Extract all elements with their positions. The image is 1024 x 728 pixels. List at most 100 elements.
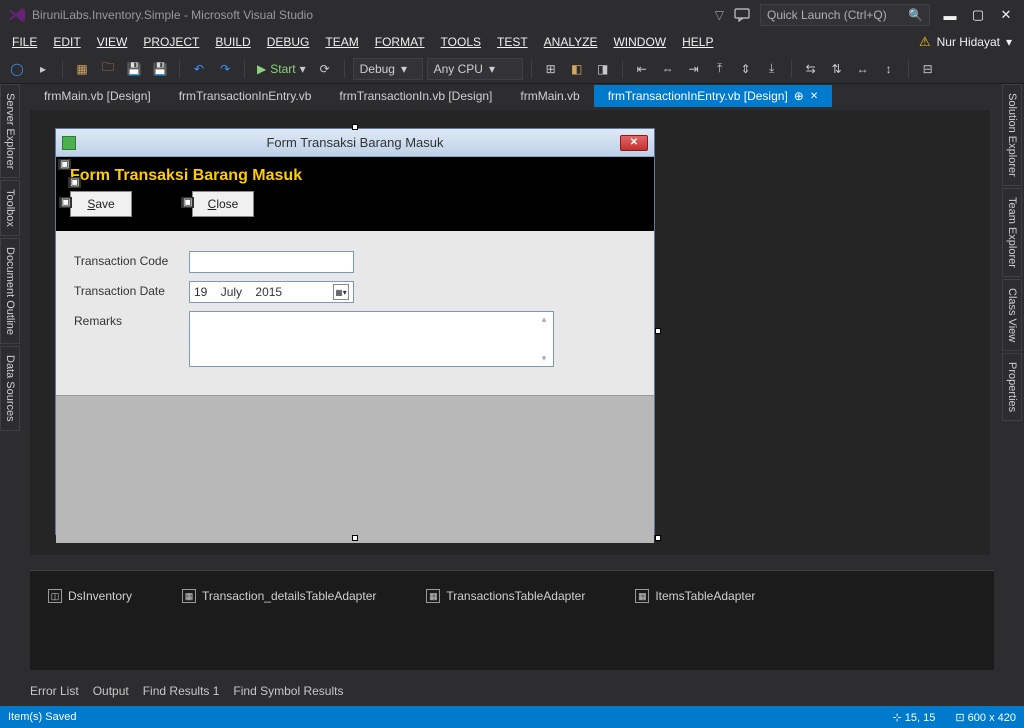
play-icon: ▶ — [257, 62, 266, 76]
form-close-button-action[interactable]: Close — [192, 191, 254, 217]
tray-dsinventory[interactable]: ◫DsInventory — [48, 589, 132, 603]
tab-frmmain-design[interactable]: frmMain.vb [Design] — [30, 85, 165, 107]
align-right-button[interactable]: ⇥ — [683, 58, 705, 80]
input-remarks[interactable]: ▴▾ — [189, 311, 554, 367]
input-transaction-code[interactable] — [189, 251, 354, 273]
toolbar: ◯ ▸ ▦ 🗀 💾 💾 ↶ ↷ ▶ Start ▾ ⟳ Debug▾ Any C… — [0, 54, 1024, 84]
tab-order-button[interactable]: ⊟ — [917, 58, 939, 80]
quick-launch-input[interactable]: Quick Launch (Ctrl+Q) 🔍 — [760, 4, 930, 26]
tray-items-adapter[interactable]: ▦ItemsTableAdapter — [635, 589, 755, 603]
designer-surface[interactable]: Form Transaksi Barang Masuk ✕ ▣ ▣ Form T… — [30, 110, 990, 555]
redo-button[interactable]: ↷ — [214, 58, 236, 80]
bottom-tool-tabs: Error List Output Find Results 1 Find Sy… — [30, 684, 343, 706]
tab-frmtransin-entry-design[interactable]: frmTransactionInEntry.vb [Design] ⊕ ✕ — [594, 85, 833, 107]
right-tab-class-view[interactable]: Class View — [1002, 279, 1022, 351]
user-account[interactable]: ⚠ Nur Hidayat ▾ — [919, 34, 1020, 50]
calendar-icon[interactable]: ▦▾ — [333, 284, 349, 300]
form-body-panel[interactable]: Transaction Code Transaction Date 19 Jul… — [56, 231, 654, 395]
vspace-button[interactable]: ⇅ — [826, 58, 848, 80]
start-debug-button[interactable]: ▶ Start ▾ — [253, 62, 310, 76]
form-datagrid[interactable] — [56, 395, 654, 543]
left-tab-data-sources[interactable]: Data Sources — [0, 346, 20, 431]
status-position: ⊹ 15, 15 — [893, 711, 936, 724]
left-tab-doc-outline[interactable]: Document Outline — [0, 238, 20, 344]
save-button[interactable]: 💾 — [123, 58, 145, 80]
maximize-button[interactable]: ▢ — [964, 4, 992, 26]
tray-transactions-adapter[interactable]: ▦TransactionsTableAdapter — [426, 589, 585, 603]
right-tab-properties[interactable]: Properties — [1002, 353, 1022, 421]
undo-button[interactable]: ↶ — [188, 58, 210, 80]
platform-dropdown[interactable]: Any CPU▾ — [427, 58, 523, 80]
form-window[interactable]: Form Transaksi Barang Masuk ✕ ▣ ▣ Form T… — [55, 128, 655, 535]
menu-window[interactable]: WINDOW — [605, 32, 674, 52]
resize-handle[interactable] — [655, 535, 661, 541]
scroll-down-icon[interactable]: ▾ — [542, 353, 547, 364]
form-titlebar[interactable]: Form Transaksi Barang Masuk ✕ — [56, 129, 654, 157]
new-project-button[interactable]: ▦ — [71, 58, 93, 80]
menu-help[interactable]: HELP — [674, 32, 721, 52]
hspace-button[interactable]: ⇆ — [800, 58, 822, 80]
config-dropdown[interactable]: Debug▾ — [353, 58, 423, 80]
feedback-icon[interactable] — [734, 8, 750, 22]
align-middle-button[interactable]: ⇕ — [735, 58, 757, 80]
vs-logo-icon — [8, 6, 26, 24]
menu-view[interactable]: VIEW — [89, 32, 136, 52]
menu-build[interactable]: BUILD — [207, 32, 258, 52]
smart-tag-icon[interactable]: ▣ — [58, 159, 71, 170]
open-file-button[interactable]: 🗀 — [97, 58, 119, 80]
tab-frmtransin-entry[interactable]: frmTransactionInEntry.vb — [165, 85, 326, 107]
title-dropdown-icon[interactable]: ▽ — [715, 8, 724, 22]
resize-handle[interactable] — [352, 535, 358, 541]
nav-back-button[interactable]: ◯ — [6, 58, 28, 80]
align-grid-button[interactable]: ⊞ — [540, 58, 562, 80]
same-height-button[interactable]: ↕ — [878, 58, 900, 80]
smart-tag-icon[interactable]: ▣ — [68, 177, 81, 188]
tab-find-symbol-results[interactable]: Find Symbol Results — [233, 684, 343, 706]
menu-file[interactable]: FILE — [4, 32, 45, 52]
tray-transdetails-adapter[interactable]: ▦Transaction_detailsTableAdapter — [182, 589, 376, 603]
form-close-button[interactable]: ✕ — [620, 135, 648, 151]
align-top-button[interactable]: ⤒ — [709, 58, 731, 80]
align-left-button[interactable]: ⇤ — [631, 58, 653, 80]
align-bottom-button[interactable]: ⤓ — [761, 58, 783, 80]
warning-icon: ⚠ — [919, 34, 931, 50]
tab-error-list[interactable]: Error List — [30, 684, 79, 706]
input-transaction-date[interactable]: 19 July 2015 ▦▾ — [189, 281, 354, 303]
nav-fwd-button[interactable]: ▸ — [32, 58, 54, 80]
send-back-button[interactable]: ◨ — [592, 58, 614, 80]
menu-test[interactable]: TEST — [489, 32, 536, 52]
form-save-button[interactable]: Save — [70, 191, 132, 217]
smart-tag-icon[interactable]: ▣ — [181, 197, 194, 208]
tab-output[interactable]: Output — [93, 684, 129, 706]
bring-front-button[interactable]: ◧ — [566, 58, 588, 80]
menu-analyze[interactable]: ANALYZE — [536, 32, 606, 52]
menu-format[interactable]: FORMAT — [367, 32, 433, 52]
tab-frmtransin-design[interactable]: frmTransactionIn.vb [Design] — [325, 85, 506, 107]
form-icon — [62, 136, 76, 150]
restart-button[interactable]: ⟳ — [314, 58, 336, 80]
scroll-up-icon[interactable]: ▴ — [542, 314, 547, 325]
right-tab-solution-explorer[interactable]: Solution Explorer — [1002, 84, 1022, 186]
resize-handle[interactable] — [352, 124, 358, 130]
menu-edit[interactable]: EDIT — [45, 32, 88, 52]
left-tab-toolbox[interactable]: Toolbox — [0, 180, 20, 236]
menu-tools[interactable]: TOOLS — [433, 32, 489, 52]
align-center-button[interactable]: ⇔ — [657, 58, 679, 80]
menu-debug[interactable]: DEBUG — [259, 32, 318, 52]
resize-handle[interactable] — [655, 328, 661, 334]
same-width-button[interactable]: ↔ — [852, 58, 874, 80]
save-all-button[interactable]: 💾 — [149, 58, 171, 80]
menu-team[interactable]: TEAM — [317, 32, 366, 52]
smart-tag-icon[interactable]: ▣ — [59, 197, 72, 208]
form-title: Form Transaksi Barang Masuk — [56, 135, 654, 150]
pin-icon[interactable]: ⊕ — [794, 89, 804, 103]
tab-frmmain[interactable]: frmMain.vb — [506, 85, 593, 107]
menu-project[interactable]: PROJECT — [135, 32, 207, 52]
tab-find-results-1[interactable]: Find Results 1 — [143, 684, 220, 706]
form-header-panel[interactable]: ▣ ▣ Form Transaksi Barang Masuk ▣ Save ▣… — [56, 157, 654, 231]
close-tab-icon[interactable]: ✕ — [810, 91, 818, 102]
right-tab-team-explorer[interactable]: Team Explorer — [1002, 188, 1022, 277]
minimize-button[interactable]: ▬ — [936, 4, 964, 26]
left-tab-server-explorer[interactable]: Server Explorer — [0, 84, 20, 178]
close-button[interactable]: ✕ — [992, 4, 1020, 26]
